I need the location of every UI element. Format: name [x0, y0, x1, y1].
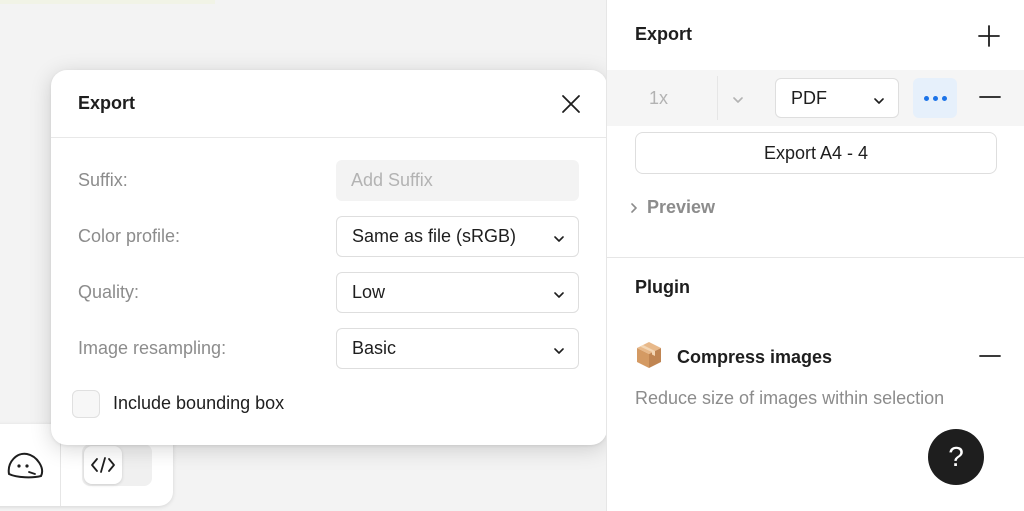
chevron-down-icon: [554, 338, 564, 359]
scale-select[interactable]: 1x: [649, 88, 668, 109]
minus-icon[interactable]: [977, 82, 1003, 112]
quality-label: Quality:: [78, 282, 140, 302]
color-profile-select[interactable]: Same as file (sRGB): [336, 216, 579, 257]
bounding-box-label[interactable]: Include bounding box: [113, 393, 284, 414]
quality-select[interactable]: Low: [336, 272, 579, 313]
color-profile-value: Same as file (sRGB): [352, 226, 517, 246]
right-properties-panel: Export 1x PDF Export A4 - 4 Preview Plug…: [606, 0, 1024, 511]
format-select[interactable]: PDF: [775, 78, 899, 118]
plus-icon[interactable]: [975, 22, 1003, 50]
bounding-box-checkbox[interactable]: [72, 390, 100, 418]
chevron-down-icon: [554, 226, 564, 247]
preview-label: Preview: [647, 197, 716, 217]
minus-icon[interactable]: [977, 341, 1003, 371]
chevron-down-icon: [554, 282, 564, 303]
help-button[interactable]: ?: [928, 429, 984, 485]
dialog-title: Export: [78, 93, 136, 113]
chevron-right-icon: [631, 197, 637, 218]
face-sketch-icon[interactable]: [0, 438, 50, 488]
code-icon[interactable]: [84, 446, 122, 484]
export-section-title: Export: [635, 24, 693, 44]
chevron-down-icon: [874, 88, 884, 109]
more-horizontal-icon[interactable]: [913, 78, 957, 118]
plugin-description: Reduce size of images within selection: [635, 388, 945, 408]
quality-value: Low: [352, 282, 386, 302]
plugin-section-title: Plugin: [635, 277, 690, 297]
scale-divider: [717, 76, 718, 120]
image-resampling-value: Basic: [352, 338, 397, 358]
package-box-icon: [635, 340, 663, 375]
export-button[interactable]: Export A4 - 4: [635, 132, 997, 174]
export-setting-row: 1x PDF: [607, 70, 1024, 126]
suffix-label: Suffix:: [78, 170, 128, 190]
plugin-name: Compress images: [677, 347, 833, 367]
preview-toggle[interactable]: Preview: [631, 197, 715, 218]
canvas-frame-edge: [0, 0, 215, 4]
export-settings-dialog: Export Suffix: Color profile: Same as fi…: [51, 70, 607, 445]
close-icon[interactable]: [557, 90, 585, 118]
section-divider: [607, 257, 1024, 258]
plugin-item-compress-images[interactable]: Compress images: [635, 340, 832, 375]
canvas[interactable]: Export Suffix: Color profile: Same as fi…: [0, 0, 607, 511]
dialog-divider: [51, 137, 607, 138]
suffix-input[interactable]: [336, 160, 579, 201]
format-value: PDF: [791, 87, 827, 108]
chevron-down-icon[interactable]: [733, 90, 743, 108]
color-profile-label: Color profile:: [78, 226, 181, 246]
image-resampling-select[interactable]: Basic: [336, 328, 579, 369]
image-resampling-label: Image resampling:: [78, 338, 227, 358]
